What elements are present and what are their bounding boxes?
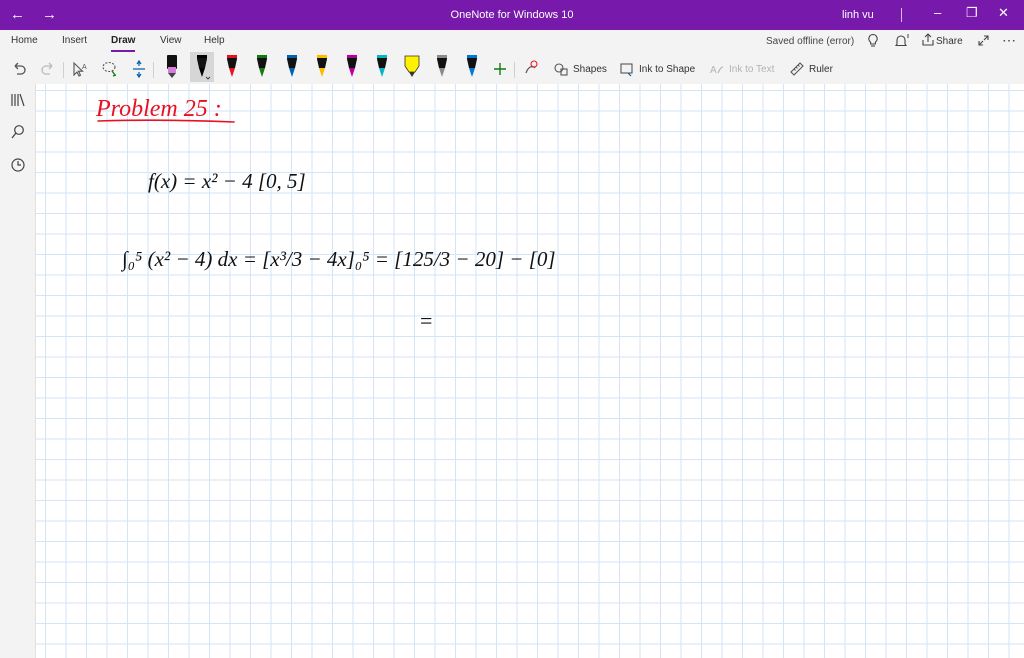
svg-text:A: A [710, 65, 717, 76]
recent-notes-icon[interactable] [10, 157, 26, 173]
pen-swatch[interactable] [430, 52, 454, 82]
ribbon: Home Insert Draw View Help Saved offline… [0, 30, 1024, 84]
ink-to-shape-label: Ink to Shape [639, 63, 696, 75]
ink-to-shape-button[interactable]: Ink to Shape [619, 58, 695, 80]
user-name[interactable]: linh vu [842, 9, 874, 21]
pen-icon [437, 55, 447, 77]
ruler-icon [790, 62, 804, 76]
highlighter-swatch[interactable] [400, 52, 424, 82]
navigation-sidebar [0, 84, 36, 658]
titlebar-divider [901, 8, 902, 22]
ink-to-text-button[interactable]: A Ink to Text [709, 58, 774, 80]
pen-icon [167, 55, 177, 78]
tool-divider [514, 62, 515, 78]
add-space-icon[interactable] [131, 58, 147, 80]
pen-icon [197, 55, 211, 80]
notebooks-icon[interactable] [10, 92, 26, 108]
more-options-icon[interactable]: ⋯ [1002, 32, 1016, 49]
heading-text: Problem 25 : [95, 96, 222, 122]
redo-icon[interactable] [40, 58, 56, 80]
notification-bell-icon[interactable] [893, 32, 911, 50]
sync-status: Saved offline (error) [766, 36, 855, 47]
note-page-canvas[interactable]: Problem 25 : f(x) = x² − 4 [0, 5] ∫₀⁵ (x… [36, 84, 1024, 658]
pen-icon [404, 55, 420, 77]
pen-swatch[interactable] [370, 52, 394, 82]
integral-computation-text: ∫₀⁵ (x² − 4) dx = [x³/3 − 4x]₀⁵ = [125/3… [120, 247, 556, 272]
ink-replay-icon[interactable] [522, 58, 540, 80]
result-equals-text: = [420, 308, 432, 333]
add-pen-icon[interactable] [492, 58, 508, 80]
ink-to-text-label: Ink to Text [729, 63, 775, 75]
pen-swatch[interactable] [340, 52, 364, 82]
tab-insert[interactable]: Insert [62, 35, 87, 46]
ruler-button[interactable]: Ruler [789, 58, 833, 80]
search-icon[interactable] [10, 124, 26, 140]
share-icon[interactable] [921, 33, 935, 47]
pen-icon [257, 55, 267, 77]
tool-divider [153, 62, 154, 78]
minimize-icon[interactable]: – [934, 5, 941, 20]
lightbulb-icon[interactable] [866, 33, 880, 49]
tab-draw[interactable]: Draw [111, 35, 136, 52]
pen-icon [377, 55, 387, 77]
tab-help[interactable]: Help [204, 35, 225, 46]
pen-swatch[interactable] [190, 52, 214, 82]
pen-swatch[interactable] [280, 52, 304, 82]
pen-swatch[interactable] [250, 52, 274, 82]
pen-icon [467, 55, 477, 77]
shapes-button[interactable]: Shapes [553, 58, 607, 80]
share-button[interactable]: Share [936, 36, 963, 47]
tool-divider [63, 62, 64, 78]
ink-to-text-icon: A [710, 65, 724, 76]
shapes-icon [554, 63, 568, 76]
lasso-select-icon[interactable] [101, 58, 119, 80]
function-definition-text: f(x) = x² − 4 [0, 5] [148, 169, 306, 193]
restore-icon[interactable]: ❐ [966, 5, 978, 21]
undo-icon[interactable] [11, 58, 27, 80]
svg-text:A: A [82, 64, 87, 71]
pen-swatch[interactable] [460, 52, 484, 82]
title-bar: ← → OneNote for Windows 10 linh vu – ❐ ✕ [0, 0, 1024, 30]
pen-swatch[interactable] [220, 52, 244, 82]
pen-icon [287, 55, 297, 77]
shapes-label: Shapes [573, 63, 607, 75]
pen-swatch[interactable] [310, 52, 334, 82]
handwritten-notes: Problem 25 : f(x) = x² − 4 [0, 5] ∫₀⁵ (x… [95, 96, 556, 333]
fullscreen-icon[interactable] [977, 34, 990, 47]
type-select-icon[interactable]: A [71, 58, 89, 80]
pen-icon [227, 55, 237, 77]
tab-view[interactable]: View [160, 35, 182, 46]
pen-icon [317, 55, 327, 77]
close-icon[interactable]: ✕ [998, 5, 1009, 21]
pencil-swatch[interactable] [160, 52, 184, 82]
ruler-label: Ruler [809, 63, 833, 75]
pen-icon [347, 55, 357, 77]
tab-home[interactable]: Home [11, 35, 38, 46]
ink-to-shape-icon [620, 63, 633, 77]
